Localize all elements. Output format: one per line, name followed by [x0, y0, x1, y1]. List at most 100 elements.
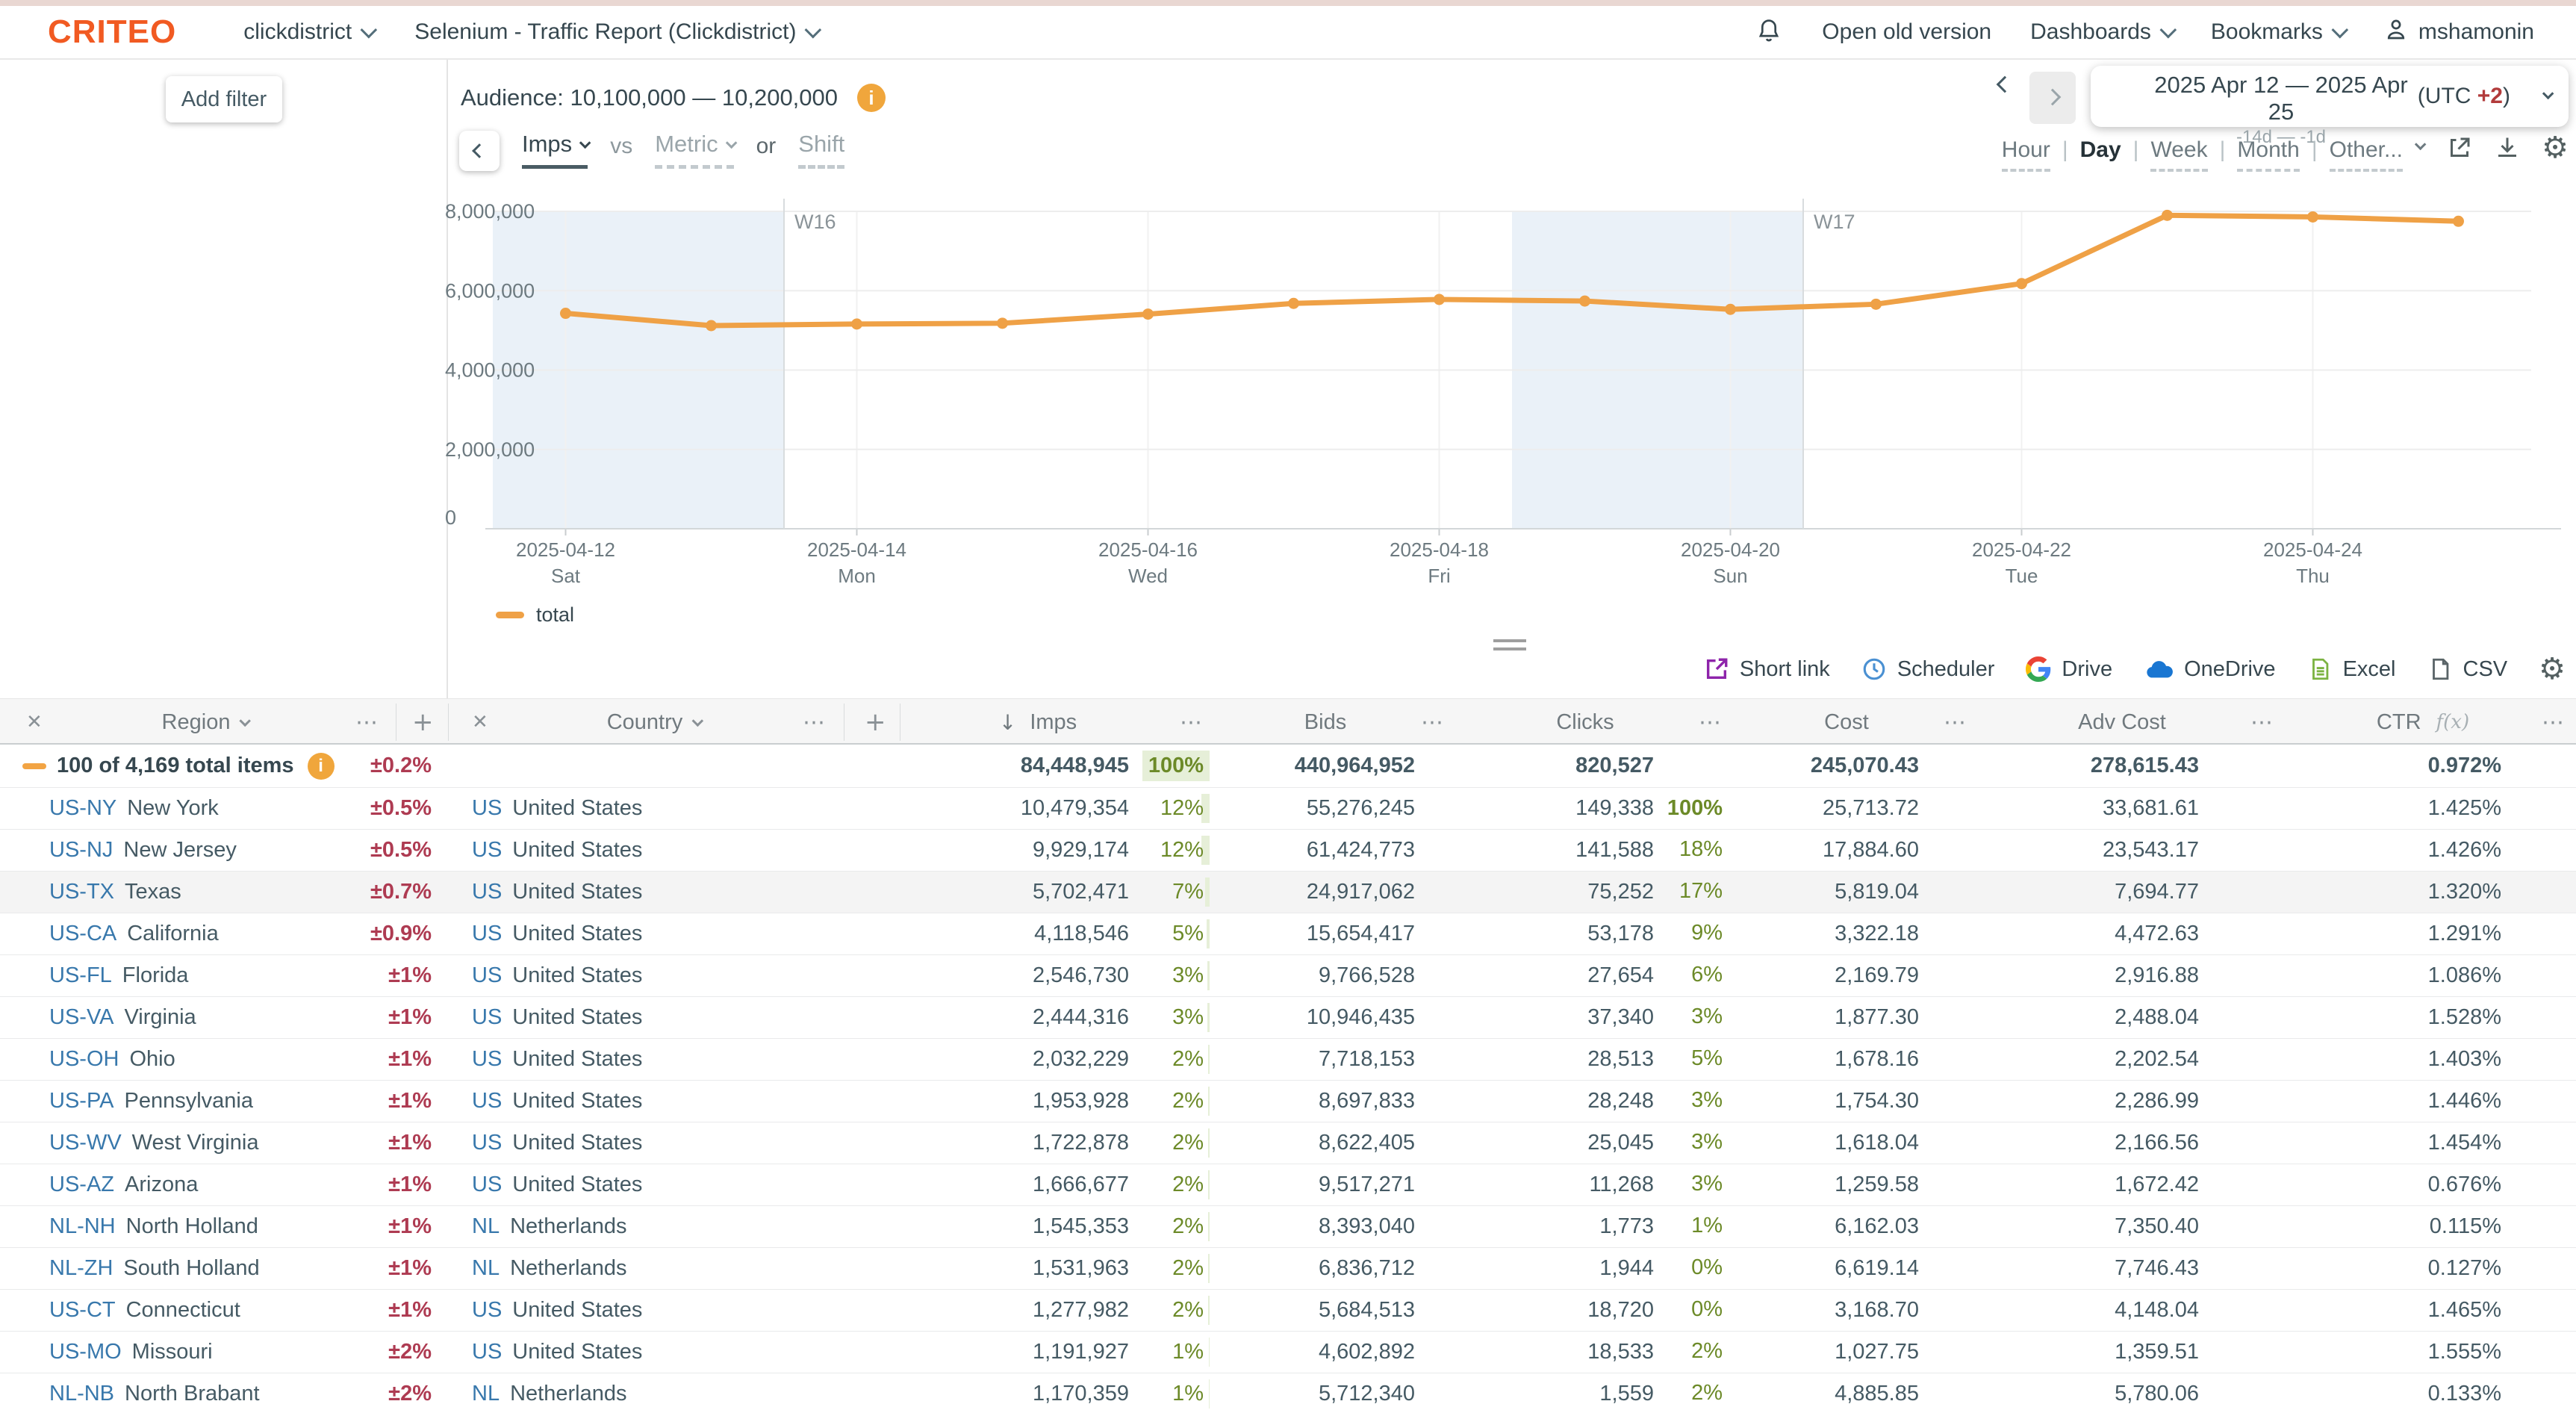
bookmarks-menu[interactable]: Bookmarks	[2211, 19, 2344, 45]
region-code-link[interactable]: US-CA	[49, 922, 116, 946]
country-code-link[interactable]: US	[472, 922, 502, 946]
bids-column-header[interactable]: Bids	[1304, 699, 1346, 745]
report-selector[interactable]: Selenium - Traffic Report (Clickdistrict…	[414, 19, 817, 45]
clicks-column-menu-icon[interactable]: ⋯	[1699, 699, 1723, 745]
region-code-link[interactable]: NL-ZH	[49, 1256, 113, 1281]
remove-region-column-icon[interactable]: ✕	[26, 699, 43, 745]
ctr-column-menu-icon[interactable]: ⋯	[2542, 699, 2566, 745]
table-row[interactable]: US-OH Ohio ±1% US United States 2,032,22…	[0, 1039, 2576, 1081]
notifications-bell-icon[interactable]	[1755, 16, 1783, 49]
date-range-picker[interactable]: 2025 Apr 12 — 2025 Apr 25 -14d — -1d (UT…	[2091, 66, 2569, 127]
table-row[interactable]: US-AZ Arizona ±1% US United States 1,666…	[0, 1164, 2576, 1206]
table-settings-gear-icon[interactable]: ⚙	[2539, 654, 2566, 684]
country-code-link[interactable]: US	[472, 880, 502, 904]
region-code-link[interactable]: US-CT	[49, 1298, 116, 1323]
country-code-link[interactable]: US	[472, 796, 502, 821]
granularity-other[interactable]: Other...	[2330, 137, 2403, 172]
country-code-link[interactable]: NL	[472, 1382, 500, 1406]
table-row[interactable]: US-VA Virginia ±1% US United States 2,44…	[0, 997, 2576, 1039]
country-code-link[interactable]: NL	[472, 1256, 500, 1281]
cost-column-header[interactable]: Cost	[1824, 699, 1869, 745]
region-code-link[interactable]: US-OH	[49, 1047, 119, 1072]
cost-column-menu-icon[interactable]: ⋯	[1944, 699, 1967, 745]
country-code-link[interactable]: US	[472, 1298, 502, 1323]
granularity-week[interactable]: Week	[2150, 137, 2207, 172]
granularity-month[interactable]: Month	[2237, 137, 2299, 172]
excel-export-button[interactable]: Excel	[2307, 656, 2396, 682]
country-code-link[interactable]: US	[472, 1089, 502, 1114]
adv-cost-column-header[interactable]: Adv Cost	[2078, 699, 2166, 745]
region-code-link[interactable]: NL-NB	[49, 1382, 114, 1406]
region-code-link[interactable]: NL-NH	[49, 1214, 116, 1239]
scheduler-button[interactable]: Scheduler	[1861, 656, 1995, 682]
country-code-link[interactable]: US	[472, 838, 502, 863]
region-code-link[interactable]: US-WV	[49, 1131, 122, 1155]
short-link-button[interactable]: Short link	[1704, 656, 1830, 682]
shift-selector[interactable]: Shift	[798, 131, 844, 169]
remove-country-column-icon[interactable]: ✕	[472, 699, 488, 745]
region-code-link[interactable]: US-MO	[49, 1340, 122, 1364]
region-column-header[interactable]: Region	[162, 699, 248, 745]
region-code-link[interactable]: US-VA	[49, 1005, 113, 1030]
region-code-link[interactable]: US-PA	[49, 1089, 113, 1114]
add-filter-button[interactable]: Add filter	[166, 76, 282, 122]
ctr-column-header[interactable]: CTR f(x)	[2377, 699, 2469, 745]
country-code-link[interactable]: US	[472, 1340, 502, 1364]
add-dimension-button[interactable]: +	[412, 699, 434, 745]
open-in-new-icon[interactable]	[2446, 134, 2473, 161]
country-code-link[interactable]: NL	[472, 1214, 500, 1239]
account-selector[interactable]: clickdistrict	[243, 19, 373, 45]
country-column-header[interactable]: Country	[607, 699, 700, 745]
granularity-hour[interactable]: Hour	[2002, 137, 2050, 172]
region-code-link[interactable]: US-NY	[49, 796, 116, 821]
add-dimension-button[interactable]: +	[865, 699, 886, 745]
table-row[interactable]: US-TX Texas ±0.7% US United States 5,702…	[0, 872, 2576, 913]
compare-metric-selector[interactable]: Metric	[655, 131, 733, 169]
country-code-link[interactable]: US	[472, 1005, 502, 1030]
bids-column-menu-icon[interactable]: ⋯	[1421, 699, 1445, 745]
country-code-link[interactable]: US	[472, 1173, 502, 1197]
download-icon[interactable]	[2494, 134, 2521, 161]
region-code-link[interactable]: US-NJ	[49, 838, 113, 863]
metric-selector[interactable]: Imps	[522, 131, 588, 169]
country-code-link[interactable]: US	[472, 1131, 502, 1155]
clicks-column-header[interactable]: Clicks	[1556, 699, 1614, 745]
country-code-link[interactable]: US	[472, 1047, 502, 1072]
table-row[interactable]: NL-ZH South Holland ±1% NL Netherlands 1…	[0, 1248, 2576, 1290]
adv-cost-column-menu-icon[interactable]: ⋯	[2250, 699, 2274, 745]
dashboards-menu[interactable]: Dashboards	[2030, 19, 2172, 45]
imps-column-header[interactable]: ↓ Imps	[999, 699, 1077, 745]
region-code-link[interactable]: US-TX	[49, 880, 114, 904]
table-row[interactable]: US-MO Missouri ±2% US United States 1,19…	[0, 1332, 2576, 1373]
table-row[interactable]: US-NJ New Jersey ±0.5% US United States …	[0, 830, 2576, 872]
date-prev-button[interactable]	[1999, 78, 2011, 93]
csv-export-button[interactable]: CSV	[2427, 656, 2508, 682]
table-row[interactable]: NL-NB North Brabant ±2% NL Netherlands 1…	[0, 1373, 2576, 1410]
table-row[interactable]: US-WV West Virginia ±1% US United States…	[0, 1122, 2576, 1164]
open-old-version-link[interactable]: Open old version	[1822, 19, 1991, 45]
table-row[interactable]: US-NY New York ±0.5% US United States 10…	[0, 788, 2576, 830]
country-column-menu-icon[interactable]: ⋯	[803, 699, 827, 745]
onedrive-export-button[interactable]: OneDrive	[2144, 656, 2276, 682]
chart-resize-handle[interactable]	[1493, 639, 1526, 656]
table-row[interactable]: US-CA California ±0.9% US United States …	[0, 913, 2576, 955]
granularity-day[interactable]: Day	[2080, 137, 2121, 169]
traffic-line-chart[interactable]: 2025-04-12Sat2025-04-14Mon2025-04-16Wed2…	[441, 179, 2576, 597]
table-row[interactable]: NL-NH North Holland ±1% NL Netherlands 1…	[0, 1206, 2576, 1248]
table-row[interactable]: US-CT Connecticut ±1% US United States 1…	[0, 1290, 2576, 1332]
region-code-link[interactable]: US-AZ	[49, 1173, 114, 1197]
table-row[interactable]: US-FL Florida ±1% US United States 2,546…	[0, 955, 2576, 997]
region-column-menu-icon[interactable]: ⋯	[355, 699, 379, 745]
country-code-link[interactable]: US	[472, 963, 502, 988]
table-summary-row[interactable]: 100 of 4,169 total items i ±0.2% 84,448,…	[0, 745, 2576, 788]
google-drive-export-button[interactable]: Drive	[2026, 656, 2112, 682]
info-icon[interactable]: i	[857, 84, 886, 112]
table-row[interactable]: US-PA Pennsylvania ±1% US United States …	[0, 1081, 2576, 1122]
imps-column-menu-icon[interactable]: ⋯	[1180, 699, 1204, 745]
legend-label-total[interactable]: total	[536, 603, 574, 627]
region-code-link[interactable]: US-FL	[49, 963, 112, 988]
date-next-button[interactable]	[2029, 72, 2076, 124]
collapse-chart-button[interactable]	[459, 131, 500, 171]
chart-settings-gear-icon[interactable]: ⚙	[2542, 133, 2569, 163]
user-menu[interactable]: mshamonin	[2383, 16, 2534, 49]
